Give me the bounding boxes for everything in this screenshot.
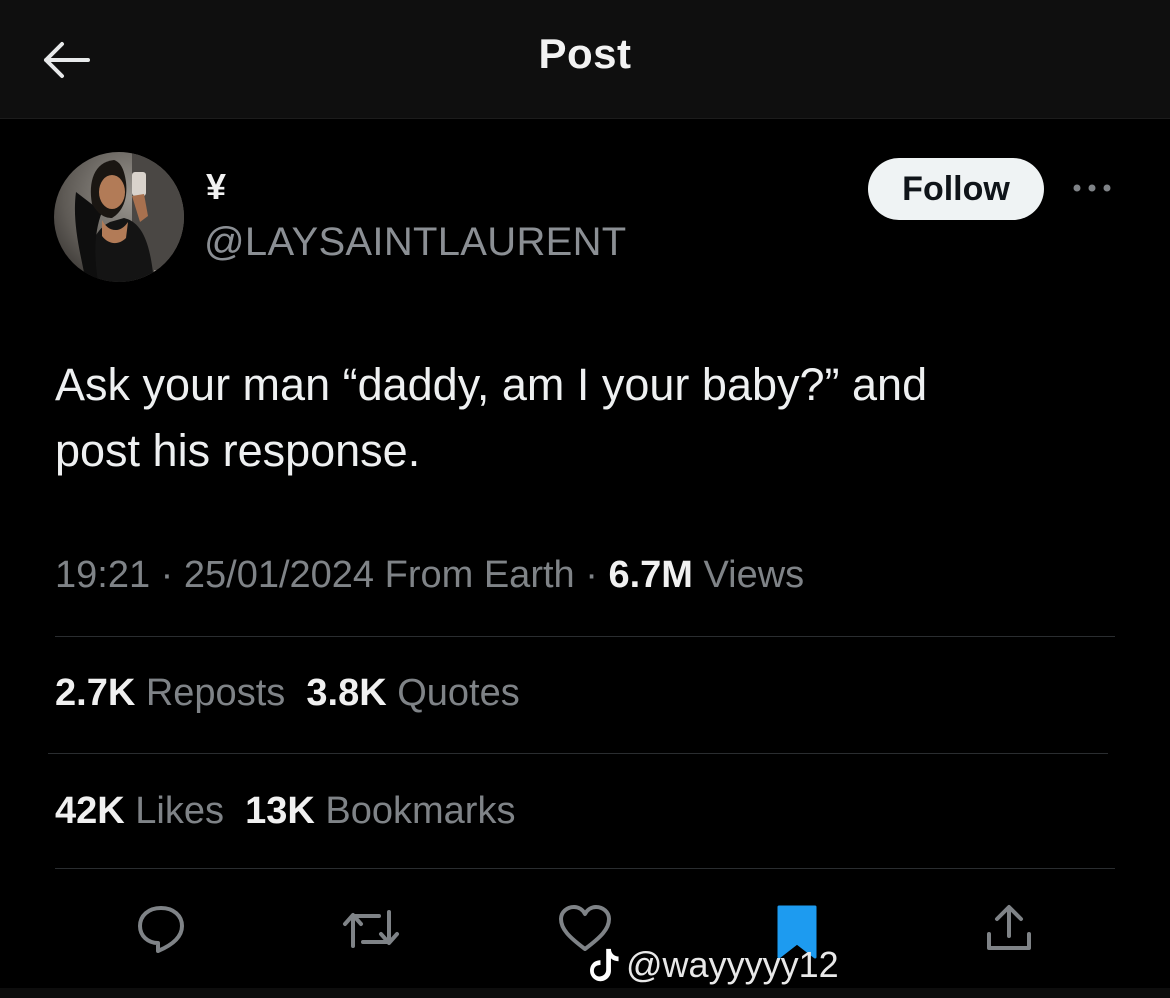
engagement-stats-row: 2.7K Reposts 3.8K Quotes <box>55 672 520 715</box>
tweet-text-line: Ask your man “daddy, am I your baby?” an… <box>55 359 928 410</box>
top-bar: Post <box>0 0 1170 119</box>
bookmarks-label: Bookmarks <box>325 790 516 832</box>
bottom-edge <box>0 988 1170 998</box>
more-horizontal-icon <box>1073 184 1111 192</box>
share-upload-icon <box>987 905 1031 950</box>
divider <box>55 868 1115 869</box>
reply-button[interactable] <box>128 896 194 962</box>
reposts-stat[interactable]: 2.7K Reposts <box>55 672 285 714</box>
watermark: @wayyyyy12 <box>590 944 839 986</box>
views-label: Views <box>703 554 805 596</box>
tweet-text: Ask your man “daddy, am I your baby?” an… <box>55 352 1115 484</box>
divider <box>48 753 1108 754</box>
speech-bubble-icon <box>138 906 184 953</box>
divider <box>55 636 1115 637</box>
reposts-count: 2.7K <box>55 672 136 714</box>
bookmarks-count: 13K <box>245 790 315 832</box>
share-button[interactable] <box>976 896 1042 962</box>
watermark-text: @wayyyyy12 <box>626 944 839 985</box>
tiktok-logo-icon <box>590 948 619 982</box>
views-count: 6.7M <box>608 554 693 596</box>
quotes-count: 3.8K <box>306 672 387 714</box>
tweet-meta: 19:21 · 25/01/2024 From Earth · 6.7M Vie… <box>55 554 804 597</box>
repost-button[interactable] <box>338 896 404 962</box>
repost-arrows-icon <box>343 910 399 948</box>
avatar[interactable] <box>54 152 184 282</box>
tweet-text-line: post his response. <box>55 425 421 476</box>
bookmarks-stat[interactable]: 13K Bookmarks <box>245 790 515 832</box>
engagement-stats-row: 42K Likes 13K Bookmarks <box>55 790 515 833</box>
likes-label: Likes <box>135 790 224 832</box>
follow-button[interactable]: Follow <box>868 158 1044 220</box>
reposts-label: Reposts <box>145 672 286 714</box>
post-time[interactable]: 19:21 <box>55 554 150 596</box>
separator-dot: · <box>585 554 598 596</box>
likes-stat[interactable]: 42K Likes <box>55 790 224 832</box>
more-options-button[interactable] <box>1068 168 1116 208</box>
post-location: From Earth <box>384 554 575 596</box>
action-bar <box>0 896 1170 966</box>
post-date[interactable]: 25/01/2024 <box>184 554 374 596</box>
display-name[interactable]: ¥ <box>206 166 226 208</box>
likes-count: 42K <box>55 790 125 832</box>
username-handle[interactable]: @LAYSAINTLAURENT <box>204 220 627 265</box>
quotes-label: Quotes <box>397 672 520 714</box>
separator-dot: · <box>160 554 174 596</box>
quotes-stat[interactable]: 3.8K Quotes <box>306 672 519 714</box>
page-title: Post <box>538 30 632 77</box>
